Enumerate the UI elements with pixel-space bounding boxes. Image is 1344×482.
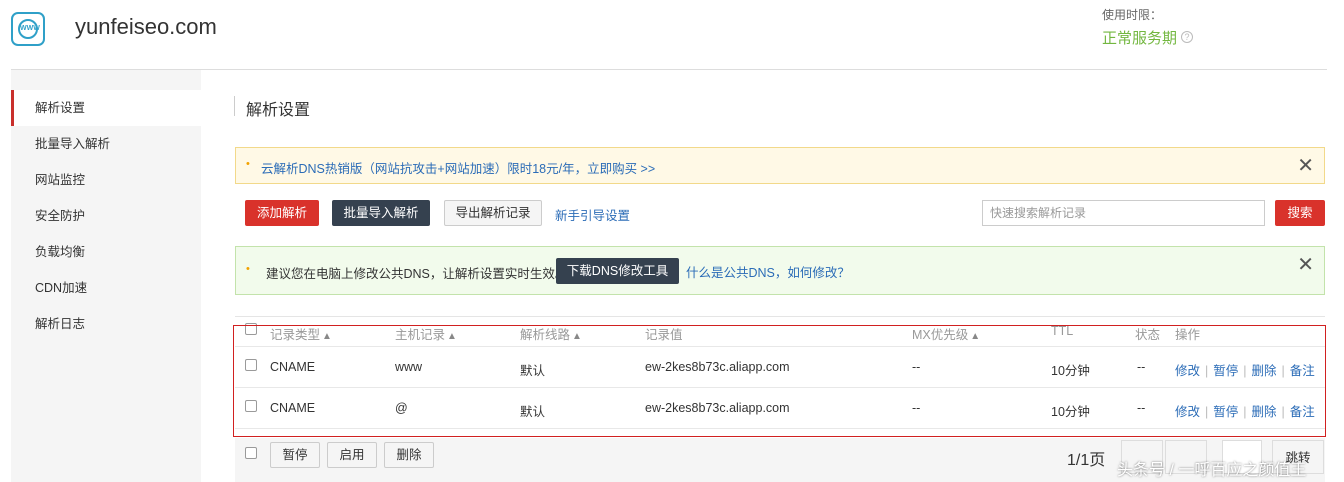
search-button[interactable]: 搜索: [1275, 200, 1325, 226]
help-icon[interactable]: ?: [1181, 31, 1194, 43]
search-input[interactable]: [982, 200, 1265, 226]
domain-title: yunfeiseo.com: [75, 14, 217, 39]
sidebar-item-security[interactable]: 安全防护: [11, 198, 201, 234]
bulk-delete-button[interactable]: 删除: [384, 442, 434, 468]
batch-import-button[interactable]: 批量导入解析: [332, 200, 430, 226]
tip-text: 建议您在电脑上修改公共DNS，让解析设置实时生效。: [266, 267, 568, 281]
sidebar-item-batch-import[interactable]: 批量导入解析: [11, 126, 201, 162]
site-logo: WWW: [11, 12, 45, 46]
table-top-border: [235, 316, 1325, 317]
globe-icon: WWW: [18, 19, 40, 39]
page-indicator: 1/1页: [1067, 452, 1106, 469]
export-records-button[interactable]: 导出解析记录: [444, 200, 542, 226]
usage-status-text: 正常服务期: [1102, 30, 1178, 47]
download-dns-tool-button[interactable]: 下载DNS修改工具: [556, 258, 679, 284]
usage-status: 正常服务期?: [1102, 27, 1194, 48]
bullet-icon: •: [246, 158, 250, 170]
footer-select-all-checkbox[interactable]: [245, 447, 257, 459]
sidebar-item-site-monitor[interactable]: 网站监控: [11, 162, 201, 198]
sidebar-item-load-balance[interactable]: 负载均衡: [11, 234, 201, 270]
sidebar-item-dns-log[interactable]: 解析日志: [11, 306, 201, 342]
header-divider: [11, 69, 1327, 70]
guide-settings-link[interactable]: 新手引导设置: [555, 205, 630, 224]
title-bar-marker: [234, 96, 235, 116]
public-dns-help-link[interactable]: 什么是公共DNS，如何修改？: [686, 262, 850, 281]
sidebar: 解析设置 批量导入解析 网站监控 安全防护 负载均衡 CDN加速 解析日志: [11, 70, 201, 482]
promo-link[interactable]: 云解析DNS热销版（网站抗攻击+网站加速）限时18元/年，立即购买 >>: [261, 158, 655, 177]
watermark: 头条号 / 一呼百应之颜值王: [1117, 462, 1307, 479]
page-title: 解析设置: [246, 102, 311, 119]
sidebar-item-dns-settings[interactable]: 解析设置: [11, 90, 201, 126]
close-icon[interactable]: ✕: [1297, 156, 1314, 176]
add-record-button[interactable]: 添加解析: [245, 200, 319, 226]
bulk-enable-button[interactable]: 启用: [327, 442, 377, 468]
bulk-pause-button[interactable]: 暂停: [270, 442, 320, 468]
promo-notice: • 云解析DNS热销版（网站抗攻击+网站加速）限时18元/年，立即购买 >> ✕: [235, 147, 1325, 184]
close-icon[interactable]: ✕: [1297, 255, 1314, 275]
sidebar-item-cdn[interactable]: CDN加速: [11, 270, 201, 306]
usage-label: 使用时限：: [1102, 8, 1163, 22]
bullet-icon: •: [246, 263, 250, 275]
highlight-box: [233, 325, 1326, 437]
